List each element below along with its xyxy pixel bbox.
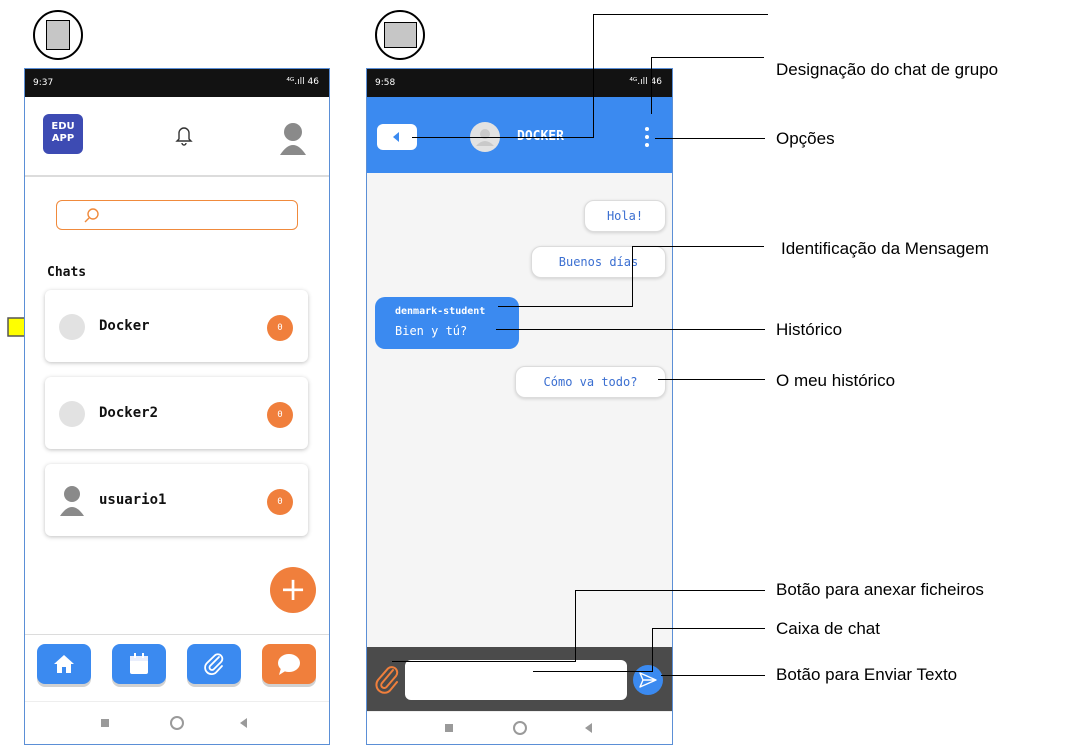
phone-chat-list: 9:37 ⁴ᴳ.ıll 46 EDU APP Chats Docker 0 Do… — [24, 68, 330, 745]
unread-badge: 0 — [267, 315, 293, 341]
recent-apps-icon[interactable] — [445, 724, 453, 732]
attach-file-button[interactable] — [375, 664, 401, 696]
calendar-icon — [130, 653, 148, 674]
status-bar: 9:37 ⁴ᴳ.ıll 46 — [25, 69, 329, 97]
callout-line — [392, 661, 576, 662]
back-nav-icon[interactable] — [240, 718, 247, 728]
marker-square-icon — [384, 22, 417, 48]
bell-icon[interactable] — [175, 124, 193, 146]
section-title: Chats — [47, 265, 87, 280]
callout-line — [655, 138, 765, 139]
callout-line — [498, 306, 633, 307]
group-avatar-icon — [59, 314, 85, 340]
marker-square-icon — [46, 20, 70, 50]
back-nav-icon[interactable] — [585, 723, 592, 733]
callout-line — [533, 671, 643, 672]
chat-list-item[interactable]: usuario1 0 — [45, 464, 308, 536]
system-nav-bar — [25, 701, 329, 744]
status-icons: ⁴ᴳ.ıll 46 — [629, 77, 662, 87]
home-nav-icon[interactable] — [170, 716, 184, 730]
attach-icon — [204, 653, 224, 675]
attach-tab-button[interactable] — [187, 644, 241, 684]
status-bar: 9:58 ⁴ᴳ.ıll 46 — [367, 69, 672, 97]
unread-badge: 0 — [267, 489, 293, 515]
step-marker-2 — [375, 10, 425, 60]
callout-line — [575, 590, 576, 662]
home-tab-button[interactable] — [37, 644, 91, 684]
chat-list-item[interactable]: Docker 0 — [45, 290, 308, 362]
message-text: Bien y tú? — [395, 324, 468, 338]
status-time: 9:37 — [33, 78, 54, 88]
callout-line — [632, 246, 633, 307]
label-group-chat-name: Designação do chat de grupo — [776, 60, 999, 79]
callout-line — [651, 57, 652, 114]
app-logo[interactable]: EDU APP — [43, 114, 83, 154]
label-options: Opções — [776, 129, 835, 148]
back-arrow-icon — [393, 132, 399, 142]
calendar-tab-button[interactable] — [112, 644, 166, 684]
label-send-button: Botão para Enviar Texto — [776, 665, 958, 684]
back-button[interactable] — [377, 124, 417, 150]
status-time: 9:58 — [375, 78, 396, 88]
chat-icon — [278, 654, 300, 675]
send-icon — [639, 672, 657, 688]
label-history: Histórico — [776, 320, 843, 339]
callout-line — [661, 675, 765, 676]
phone-chat-room: 9:58 ⁴ᴳ.ıll 46 DOCKER Hola! Buenos días … — [366, 68, 673, 745]
callout-line — [632, 246, 764, 247]
options-menu-button[interactable] — [643, 125, 651, 151]
callout-line — [593, 14, 768, 15]
tabbar-divider — [25, 634, 329, 635]
home-icon — [54, 655, 74, 673]
message-input[interactable] — [405, 660, 627, 700]
label-chat-box: Caixa de chat — [776, 619, 880, 638]
label-my-history: O meu histórico — [776, 371, 896, 390]
home-nav-icon[interactable] — [513, 721, 527, 735]
chat-name: Docker2 — [99, 405, 159, 421]
group-avatar-icon — [59, 401, 85, 427]
callout-line — [652, 628, 765, 629]
callout-line — [412, 137, 594, 138]
header-divider — [25, 175, 329, 177]
callout-line — [593, 14, 594, 138]
new-chat-button[interactable]: + — [270, 567, 316, 613]
label-attach-button: Botão para anexar ficheiros — [776, 580, 984, 599]
callout-line — [652, 628, 653, 672]
chat-tab-button[interactable] — [262, 644, 316, 684]
send-button[interactable] — [633, 665, 663, 695]
callout-line — [658, 379, 765, 380]
chat-name: Docker — [99, 318, 150, 334]
message-outgoing: Cómo va todo? — [515, 366, 666, 398]
kebab-menu-icon — [645, 127, 649, 131]
callout-line — [651, 57, 764, 58]
message-incoming: denmark-student Bien y tú? — [375, 297, 519, 349]
step-marker-1 — [33, 10, 83, 60]
chat-list-item[interactable]: Docker2 0 — [45, 377, 308, 449]
status-icons: ⁴ᴳ.ıll 46 — [286, 77, 319, 87]
unread-badge: 0 — [267, 402, 293, 428]
chat-name: usuario1 — [99, 492, 167, 508]
message-outgoing: Hola! — [584, 200, 666, 232]
message-outgoing: Buenos días — [531, 246, 666, 278]
user-avatar-icon[interactable] — [279, 121, 307, 155]
chat-input-bar — [367, 647, 672, 712]
callout-line — [643, 671, 653, 672]
message-sender: denmark-student — [395, 306, 486, 317]
label-message-id: Identificação da Mensagem — [781, 239, 989, 258]
search-icon — [84, 208, 99, 223]
system-nav-bar — [367, 711, 672, 744]
chat-header: DOCKER — [367, 97, 672, 173]
search-input[interactable] — [56, 200, 298, 230]
callout-line — [575, 590, 765, 591]
callout-line — [496, 329, 765, 330]
recent-apps-icon[interactable] — [101, 719, 109, 727]
user-avatar-icon — [60, 486, 84, 516]
